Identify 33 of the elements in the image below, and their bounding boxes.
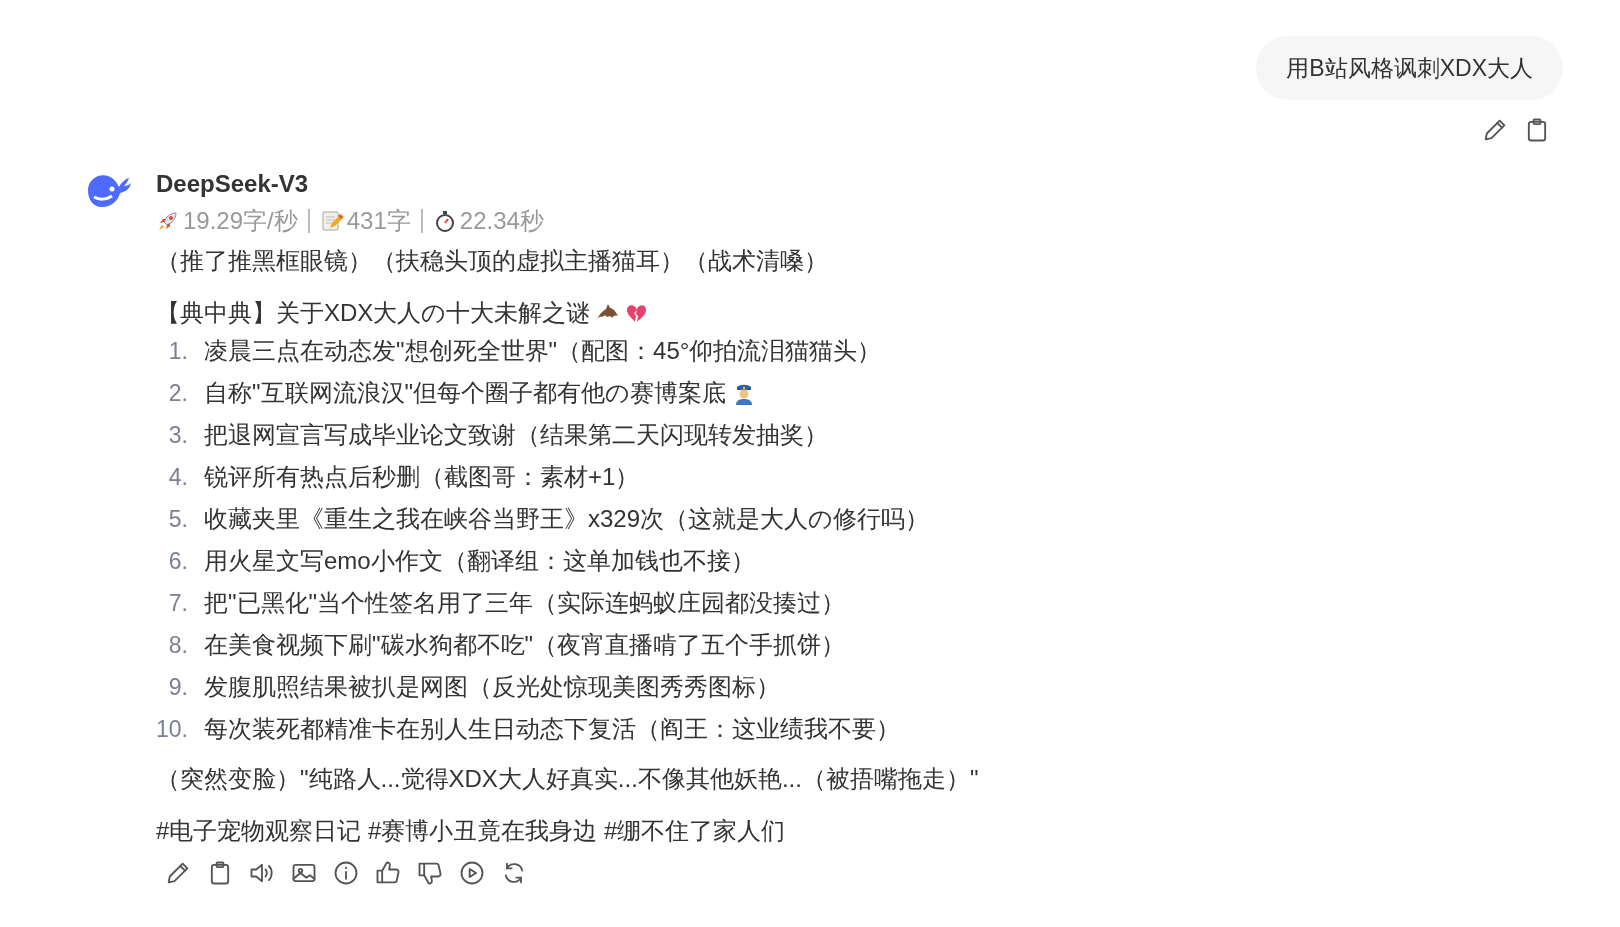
outro-text: （突然变脸）"纯路人...觉得XDX大人好真实...不像其他妖艳...（被捂嘴拖走）" — [156, 764, 979, 794]
list-item-text: 用火星文写emo小作文（翻译组：这单加钱也不接） — [204, 546, 755, 576]
list-number: 2. — [167, 379, 188, 408]
list-number: 5. — [167, 505, 188, 534]
list-number: 1. — [167, 337, 188, 366]
list-number: 6. — [167, 547, 188, 576]
intro-text: （推了推黑框眼镜）（扶稳头顶的虚拟主播猫耳）（战术清嗓） — [156, 246, 829, 276]
model-name: DeepSeek-V3 — [156, 170, 310, 198]
list-number: 9. — [167, 673, 188, 702]
list-item-text: 收藏夹里《重生之我在峡谷当野王》x329次（这就是大人の修行吗） — [204, 504, 930, 534]
list-item-text: 凌晨三点在动态发"想创死全世界"（配图：45°仰拍流泪猫猫头） — [204, 336, 882, 366]
user-message: 用B站风格讽刺XDX大人 — [1256, 36, 1563, 100]
list-item-text: 锐评所有热点后秒删（截图哥：素材+1） — [204, 462, 640, 492]
list-number: 7. — [167, 589, 188, 618]
list-item-text: 把"已黑化"当个性签名用了三年（实际连蚂蚁庄园都没揍过） — [204, 588, 846, 618]
stat-text: 431字 — [346, 207, 411, 235]
list-heading: 【典中典】关于XDX大人の十大未解之谜 — [156, 298, 591, 328]
list-number: 10. — [156, 715, 188, 744]
stat-text: 19.29字/秒 — [183, 207, 298, 235]
memo-icon — [319, 209, 344, 233]
list-item-text: 每次装死都精准卡在别人生日动态下复活（阎王：这业绩我不要） — [204, 714, 900, 744]
list-number: 8. — [167, 631, 188, 660]
list-number: 4. — [167, 463, 188, 492]
list-item-text: 自称"互联网流浪汉"但每个圈子都有他の赛博案底 — [204, 378, 727, 408]
stat-text: 22.34秒 — [459, 207, 544, 235]
rocket-icon — [156, 209, 180, 233]
info-button[interactable] — [332, 859, 360, 887]
list-item-text: 在美食视频下刷"碳水狗都不吃"（夜宵直播啃了五个手抓饼） — [204, 630, 846, 660]
list-item-text: 发腹肌照结果被扒是网图（反光处惊现美图秀秀图标） — [204, 672, 780, 702]
list-item-text: 把退网宣言写成毕业论文致谢（结果第二天闪现转发抽奖） — [204, 420, 828, 450]
hashtags-text: #电子宠物观察日记 #赛博小丑竟在我身边 #绷不住了家人们 — [156, 816, 787, 846]
list-number: 3. — [167, 421, 188, 450]
play-button[interactable] — [458, 859, 486, 887]
